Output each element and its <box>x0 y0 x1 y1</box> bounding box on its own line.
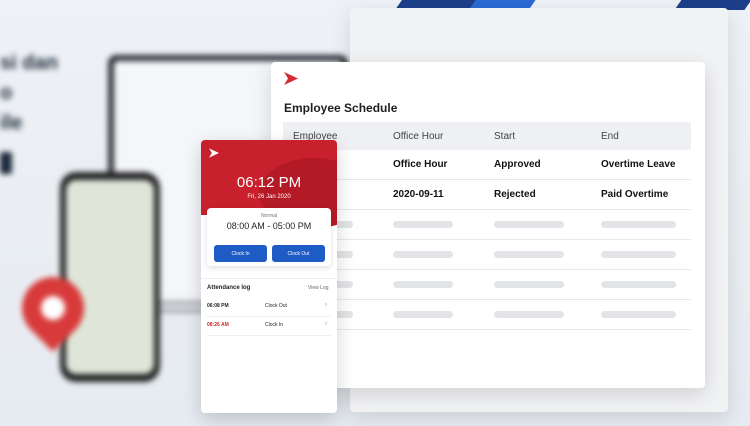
column-header: End <box>601 130 619 142</box>
cell-start: Rejected <box>494 189 536 200</box>
table-row[interactable]: rtin Office Hour Approved Overtime Leave <box>283 150 691 180</box>
table-row[interactable]: dson 2020-09-11 Rejected Paid Overtime <box>283 180 691 210</box>
placeholder-row <box>283 210 691 240</box>
chevron-right-icon: › <box>325 321 327 327</box>
shift-hours: 08:00 AM - 05:00 PM <box>226 221 312 231</box>
log-action: Clock In <box>265 322 284 328</box>
phone-mockup <box>60 172 160 382</box>
brand-logo-icon <box>209 148 219 158</box>
log-row[interactable]: 08:26 AM Clock In › <box>207 317 331 336</box>
headline-line: si dan <box>0 52 58 74</box>
attendance-log-title: Attendance log <box>207 285 251 291</box>
cell-office-hour: Office Hour <box>393 159 448 170</box>
card-title: Employee Schedule <box>284 101 398 115</box>
clock-out-button[interactable]: Clock Out <box>272 245 325 262</box>
cell-start: Approved <box>494 159 541 170</box>
placeholder-row <box>283 240 691 270</box>
cell-end: Paid Overtime <box>601 189 669 200</box>
background-headline: si dan o ile <box>0 48 58 138</box>
placeholder-row <box>283 300 691 330</box>
background-cta <box>0 152 12 174</box>
clock-in-button[interactable]: Clock In <box>214 245 267 262</box>
brand-logo-icon <box>284 72 298 85</box>
app-header: 06:12 PM Fri, 26 Jan 2020 <box>201 140 337 228</box>
chevron-right-icon: › <box>325 302 327 308</box>
headline-line: ile <box>0 112 23 134</box>
current-time: 06:12 PM <box>236 174 302 191</box>
cell-office-hour: 2020-09-11 <box>393 189 444 200</box>
schedule-table: Employee Office Hour Start End rtin Offi… <box>283 122 691 330</box>
log-time: 08:26 AM <box>207 322 229 328</box>
column-header: Office Hour <box>393 130 444 142</box>
headline-line: o <box>0 82 13 104</box>
log-row[interactable]: 06:08 PM Clock Out › <box>207 298 331 317</box>
log-time: 06:08 PM <box>207 303 229 309</box>
shift-panel: Normal 08:00 AM - 05:00 PM Clock In Cloc… <box>207 208 331 266</box>
view-log-link[interactable]: View Log <box>308 285 328 291</box>
cell-end: Overtime Leave <box>601 159 676 170</box>
column-header: Start <box>494 130 516 142</box>
table-header: Employee Office Hour Start End <box>283 122 691 150</box>
placeholder-row <box>283 270 691 300</box>
divider <box>201 278 337 279</box>
shift-label: Normal <box>260 213 278 219</box>
mobile-attendance-app: 06:12 PM Fri, 26 Jan 2020 Normal 08:00 A… <box>201 140 337 413</box>
current-date: Fri, 26 Jan 2020 <box>247 194 291 200</box>
log-action: Clock Out <box>265 303 287 309</box>
